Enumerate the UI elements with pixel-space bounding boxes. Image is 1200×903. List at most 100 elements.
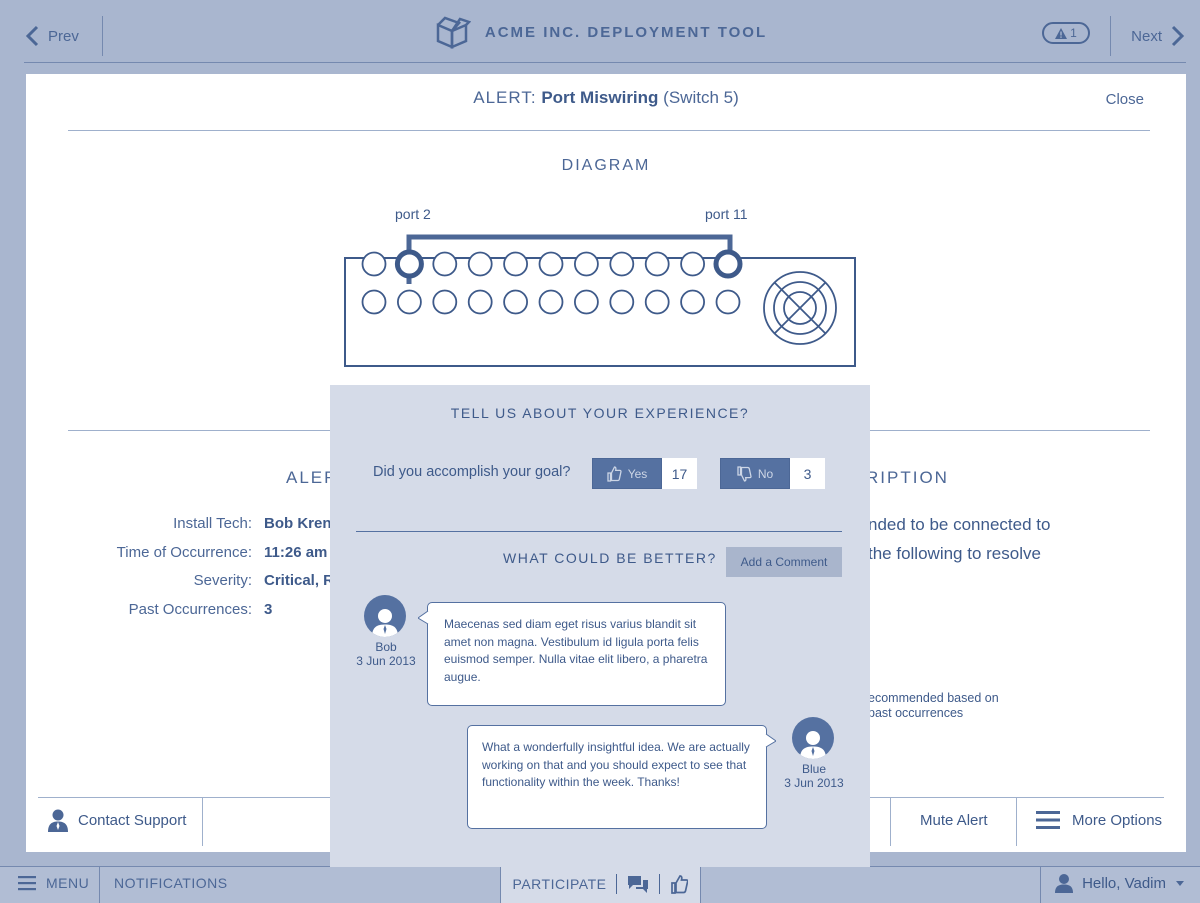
port bbox=[432, 251, 458, 277]
chevron-right-icon bbox=[1171, 25, 1185, 47]
prev-label: Prev bbox=[48, 27, 79, 45]
divider bbox=[68, 130, 1150, 131]
comment-author-name: Blue bbox=[801, 762, 827, 776]
next-button[interactable]: Next bbox=[1131, 20, 1186, 52]
divider bbox=[202, 798, 203, 846]
detail-value: 3 bbox=[264, 601, 273, 618]
port bbox=[503, 289, 529, 315]
alert-name: Port Miswiring bbox=[541, 88, 659, 107]
divider bbox=[616, 874, 618, 894]
divider bbox=[356, 531, 842, 532]
caret-down-icon bbox=[1176, 881, 1184, 886]
app-title-group: ACME INC. DEPLOYMENT TOOL bbox=[0, 14, 1200, 50]
port bbox=[538, 251, 564, 277]
port bbox=[715, 289, 741, 315]
thumbs-up-icon bbox=[671, 875, 689, 894]
chevron-left-icon bbox=[25, 25, 39, 47]
participate-tab[interactable]: PARTICIPATE bbox=[500, 865, 701, 903]
feedback-modal: TELL US ABOUT YOUR EXPERIENCE? Did you a… bbox=[330, 385, 870, 867]
user-icon bbox=[800, 731, 826, 759]
port bbox=[609, 251, 635, 277]
avatar bbox=[792, 717, 834, 759]
port bbox=[397, 289, 422, 315]
yes-label: Yes bbox=[627, 466, 648, 481]
user-icon bbox=[372, 609, 398, 637]
divider bbox=[890, 798, 891, 846]
contact-support-label: Contact Support bbox=[78, 811, 187, 829]
thumbs-down-icon bbox=[737, 465, 752, 482]
notifications-button[interactable]: NOTIFICATIONS bbox=[114, 875, 228, 891]
divider bbox=[1110, 16, 1111, 56]
more-options-label: More Options bbox=[1072, 811, 1163, 829]
alert-device: (Switch 5) bbox=[663, 88, 739, 107]
chat-bubbles-icon bbox=[628, 876, 649, 893]
bubble-tail bbox=[418, 611, 429, 625]
switch-body bbox=[344, 257, 856, 367]
alert-prefix: ALERT: bbox=[473, 88, 537, 107]
no-count: 3 bbox=[790, 458, 825, 489]
bubble-tail bbox=[765, 734, 776, 748]
switch-diagram bbox=[344, 234, 856, 367]
port bbox=[538, 289, 564, 315]
divider bbox=[1040, 867, 1041, 903]
port bbox=[361, 251, 387, 277]
port bbox=[644, 289, 670, 315]
menu-button[interactable]: MENU bbox=[18, 875, 89, 891]
port-highlighted bbox=[713, 249, 743, 279]
port bbox=[680, 251, 706, 277]
feedback-title: TELL US ABOUT YOUR EXPERIENCE? bbox=[450, 405, 750, 421]
thumbs-up-icon bbox=[607, 465, 622, 482]
comment-text: Maecenas sed diam eget risus varius blan… bbox=[444, 617, 708, 684]
port bbox=[361, 289, 387, 315]
description-title: RIPTION bbox=[866, 468, 949, 487]
comment-bubble: What a wonderfully insightful idea. We a… bbox=[467, 725, 767, 829]
app-title: ACME INC. DEPLOYMENT TOOL bbox=[484, 23, 768, 41]
detail-key: Past Occurrences: bbox=[128, 601, 252, 618]
divider bbox=[102, 16, 103, 56]
comment-author-name: Bob bbox=[375, 640, 397, 654]
avatar bbox=[364, 595, 406, 637]
port bbox=[467, 289, 493, 315]
prev-button[interactable]: Prev bbox=[24, 20, 79, 52]
comment-author bbox=[364, 595, 408, 637]
menu-label: MENU bbox=[46, 875, 90, 891]
comment-date: 3 Jun 2013 bbox=[784, 776, 844, 790]
fan-icon bbox=[763, 271, 837, 345]
detail-key: Time of Occurrence: bbox=[116, 544, 252, 561]
diagram-title: DIAGRAM bbox=[561, 157, 651, 174]
better-title: WHAT COULD BE BETTER? bbox=[503, 550, 717, 566]
contact-support-button[interactable]: Contact Support bbox=[46, 808, 186, 832]
comment-author bbox=[792, 717, 836, 759]
yes-count: 17 bbox=[662, 458, 697, 489]
more-options-button[interactable]: More Options bbox=[1036, 810, 1162, 830]
comment-bubble: Maecenas sed diam eget risus varius blan… bbox=[427, 602, 726, 706]
port bbox=[680, 289, 706, 315]
port-11-label: port 11 bbox=[705, 206, 748, 222]
port-highlighted bbox=[394, 249, 424, 279]
user-greeting: Hello, Vadim bbox=[1082, 874, 1166, 892]
no-label: No bbox=[757, 466, 774, 481]
goal-question: Did you accomplish your goal? bbox=[373, 464, 571, 480]
alert-count: 1 bbox=[1070, 26, 1077, 40]
add-comment-button[interactable]: Add a Comment bbox=[726, 547, 842, 577]
mute-alert-button[interactable]: Mute Alert bbox=[920, 812, 988, 829]
next-label: Next bbox=[1131, 27, 1162, 45]
detail-value: 11:26 am bbox=[264, 544, 328, 561]
user-icon bbox=[1055, 874, 1074, 893]
no-button[interactable]: No bbox=[720, 458, 790, 489]
user-menu[interactable]: Hello, Vadim bbox=[1054, 873, 1186, 893]
port bbox=[467, 251, 493, 277]
comment-text: What a wonderfully insightful idea. We a… bbox=[482, 740, 750, 789]
divider bbox=[99, 867, 100, 903]
port bbox=[432, 289, 458, 315]
recommendation-line: past occurrences bbox=[868, 706, 964, 720]
yes-button[interactable]: Yes bbox=[592, 458, 662, 489]
divider bbox=[659, 874, 661, 894]
close-button[interactable]: Close bbox=[1106, 91, 1144, 108]
top-bar: Prev ACME INC. DEPLOYMENT TOOL 1 Next bbox=[0, 0, 1200, 74]
support-person-icon bbox=[48, 809, 68, 832]
port-2-label: port 2 bbox=[395, 206, 431, 222]
port bbox=[644, 251, 670, 277]
description-line: the following to resolve bbox=[868, 544, 1041, 563]
alert-count-badge[interactable]: 1 bbox=[1042, 22, 1090, 44]
